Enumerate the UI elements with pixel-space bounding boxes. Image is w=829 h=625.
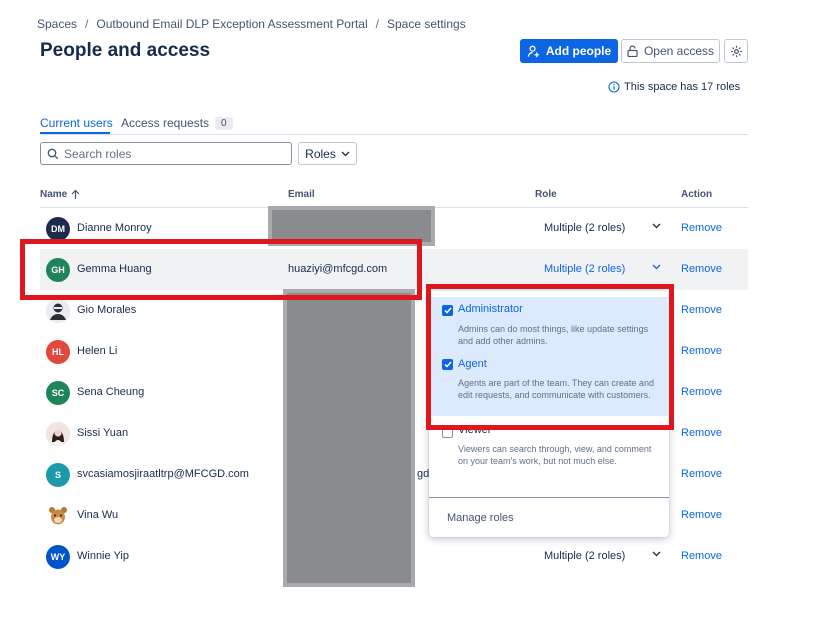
tab-divider	[40, 134, 748, 135]
role-select[interactable]: Multiple (2 roles)	[544, 222, 625, 234]
avatar	[46, 422, 70, 446]
breadcrumb-spaces[interactable]: Spaces	[37, 17, 77, 31]
avatar-animal-icon	[49, 507, 67, 525]
chevron-down-icon	[341, 151, 350, 156]
user-email: gd	[417, 468, 430, 480]
avatar: HL	[46, 340, 70, 364]
user-name: Dianne Monroy	[77, 222, 152, 234]
roles-count-text: This space has 17 roles	[624, 81, 741, 93]
column-header-name[interactable]: Name	[40, 189, 80, 200]
tab-access-requests[interactable]: Access requests 0	[121, 116, 233, 130]
breadcrumb-portal[interactable]: Outbound Email DLP Exception Assessment …	[96, 17, 367, 31]
role-option-description: Viewers can search through, view, and co…	[458, 444, 652, 466]
page-title: People and access	[40, 40, 211, 61]
name-header-label: Name	[40, 189, 68, 200]
avatar: S	[46, 463, 70, 487]
unlock-icon	[627, 45, 638, 57]
user-name: Winnie Yip	[77, 550, 129, 562]
gear-icon	[730, 45, 742, 57]
breadcrumb: Spaces / Outbound Email DLP Exception As…	[37, 17, 466, 31]
search-roles-field[interactable]	[40, 142, 292, 165]
breadcrumb-space-settings[interactable]: Space settings	[387, 17, 466, 31]
add-people-label: Add people	[545, 44, 612, 58]
breadcrumb-separator: /	[375, 17, 379, 31]
open-access-label: Open access	[643, 44, 715, 58]
remove-link[interactable]: Remove	[681, 304, 722, 316]
column-header-email: Email	[288, 189, 315, 200]
role-select[interactable]: Multiple (2 roles)	[544, 263, 625, 275]
remove-link[interactable]: Remove	[681, 263, 722, 275]
avatar-photo-icon	[46, 422, 70, 446]
manage-roles-link[interactable]: Manage roles	[447, 512, 514, 524]
breadcrumb-separator: /	[85, 17, 89, 31]
remove-link[interactable]: Remove	[681, 427, 722, 439]
avatar: WY	[46, 545, 70, 569]
user-name: Gio Morales	[77, 304, 137, 316]
user-name: svcasiamosjiraatltrp@MFCGD.com	[77, 468, 249, 480]
remove-link[interactable]: Remove	[681, 468, 722, 480]
remove-link[interactable]: Remove	[681, 222, 722, 234]
add-person-icon	[527, 45, 539, 57]
search-icon	[47, 148, 59, 159]
roles-count-info: This space has 17 roles	[608, 81, 740, 93]
column-header-action: Action	[681, 189, 713, 200]
dropdown-divider	[429, 497, 669, 498]
settings-button[interactable]	[724, 39, 748, 63]
chevron-down-icon[interactable]	[652, 264, 661, 270]
avatar	[46, 299, 70, 323]
remove-link[interactable]: Remove	[681, 345, 722, 357]
user-name: Sena Cheung	[77, 386, 145, 398]
chevron-down-icon[interactable]	[652, 551, 661, 557]
annotation-highlight-roles	[426, 284, 674, 430]
remove-link[interactable]: Remove	[681, 386, 722, 398]
add-people-button[interactable]: Add people	[520, 39, 618, 63]
chevron-down-icon[interactable]	[652, 223, 661, 229]
user-name: Vina Wu	[77, 509, 119, 521]
column-header-role: Role	[535, 189, 557, 200]
info-icon	[608, 81, 620, 93]
sort-arrow-up-icon	[71, 189, 80, 199]
remove-link[interactable]: Remove	[681, 509, 722, 521]
tab-access-requests-label: Access requests	[121, 116, 210, 130]
annotation-highlight-row	[20, 239, 422, 300]
role-select[interactable]: Multiple (2 roles)	[544, 550, 625, 562]
user-name: Sissi Yuan	[77, 427, 129, 439]
avatar: DM	[46, 217, 70, 241]
tab-current-users[interactable]: Current users	[40, 116, 113, 130]
avatar: SC	[46, 381, 70, 405]
redaction-block	[283, 289, 415, 587]
remove-link[interactable]: Remove	[681, 550, 722, 562]
user-name: Helen Li	[77, 345, 118, 357]
roles-filter-label: Roles	[305, 146, 336, 161]
avatar-person-icon	[46, 299, 70, 323]
avatar	[46, 504, 70, 528]
open-access-button[interactable]: Open access	[621, 39, 720, 63]
roles-filter-button[interactable]: Roles	[298, 142, 357, 165]
access-requests-count-badge: 0	[215, 116, 233, 130]
search-input[interactable]	[64, 146, 284, 161]
